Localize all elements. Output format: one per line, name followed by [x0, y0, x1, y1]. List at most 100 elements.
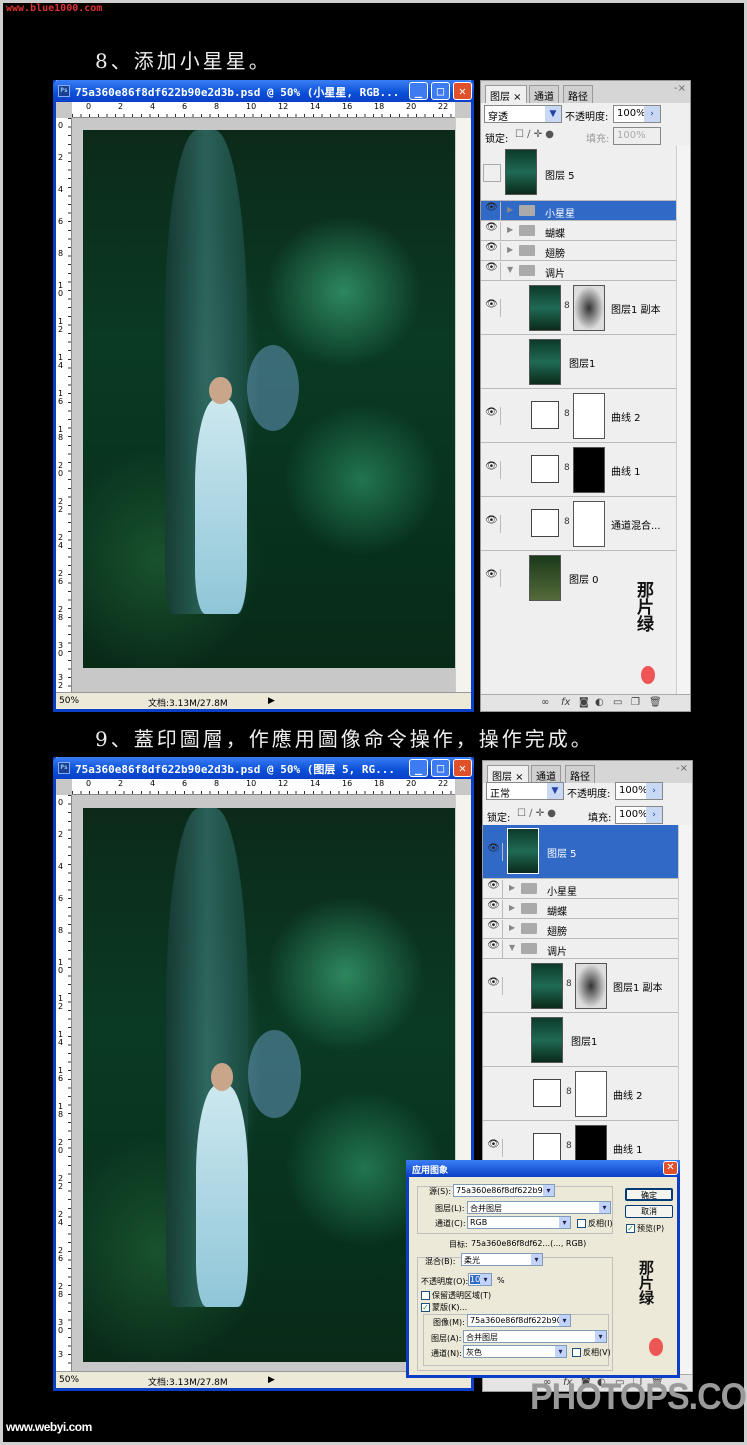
tab-paths[interactable]: 路径 [565, 765, 595, 783]
layer-row[interactable]: 👁 8 图层1 副本 [481, 281, 676, 335]
eye-icon[interactable]: 👁 [485, 1139, 503, 1157]
minimize-button[interactable]: _ [409, 759, 428, 777]
layer-select[interactable]: 合并图层 [467, 1201, 611, 1214]
tab-layers[interactable]: 图层 × [487, 765, 529, 783]
layer-row[interactable]: 👁 ▶ 小星星 [483, 879, 678, 899]
preserve-transparency-checkbox[interactable]: 保留透明区域(T) [421, 1290, 491, 1301]
eye-icon[interactable]: 👁 [485, 977, 503, 995]
eye-icon[interactable]: 👁 [483, 569, 501, 587]
layer-row[interactable]: 👁 ▶ 蝴蝶 [481, 221, 676, 241]
vertical-scrollbar[interactable] [455, 118, 471, 692]
eye-icon[interactable]: 👁 [483, 299, 501, 317]
blend-mode-select[interactable]: 穿透 ▼ [484, 105, 562, 123]
dialog-titlebar[interactable]: 应用图象 ✕ [406, 1160, 680, 1177]
cancel-button[interactable]: 取消 [625, 1205, 673, 1218]
trash-icon[interactable]: 🗑 [649, 697, 662, 708]
eye-icon[interactable]: 👁 [483, 461, 501, 479]
mask-layer-select[interactable]: 合并图层 [463, 1330, 607, 1343]
eye-icon[interactable]: 👁 [485, 940, 503, 958]
expand-triangle-icon[interactable]: ▶ [507, 205, 513, 214]
source-select[interactable]: 75a360e86f8df622b90e... [453, 1184, 555, 1197]
visibility-toggle[interactable] [483, 164, 501, 182]
tab-paths[interactable]: 路径 [563, 85, 593, 103]
collapse-triangle-icon[interactable]: ▼ [507, 265, 513, 274]
layer-row[interactable]: 8 曲线 2 [483, 1067, 678, 1121]
layer-row[interactable]: 👁 ▶ 蝴蝶 [483, 899, 678, 919]
blend-mode-select[interactable]: 正常 ▼ [486, 782, 564, 800]
eye-icon[interactable]: 👁 [483, 202, 501, 220]
layer-row[interactable]: 图层1 [483, 1013, 678, 1067]
preview-checkbox[interactable]: ✓ 预览(P) [626, 1223, 664, 1234]
image-select[interactable]: 75a360e86f8df622b90e... [467, 1314, 571, 1327]
channel-select[interactable]: RGB [467, 1216, 571, 1229]
maximize-button[interactable]: □ [431, 759, 450, 777]
layer-row[interactable]: 👁 ▶ 翅膀 [481, 241, 676, 261]
minimize-button[interactable]: _ [409, 82, 428, 100]
expand-triangle-icon[interactable]: ▶ [509, 923, 515, 932]
dialog-close-button[interactable]: ✕ [663, 1161, 678, 1175]
layer-row[interactable]: 👁 8 图层1 副本 [483, 959, 678, 1013]
window-titlebar[interactable]: Ps 75a360e86f8df622b90e2d3b.psd @ 50% (小星… [53, 80, 474, 102]
layers-scrollbar[interactable] [678, 825, 692, 1375]
eye-icon[interactable]: 👁 [485, 920, 503, 938]
add-mask-icon[interactable]: ◙ [579, 697, 589, 708]
layer-row-selected[interactable]: 👁 图层 5 [483, 825, 678, 879]
layer-row[interactable]: 👁 ▶ 翅膀 [483, 919, 678, 939]
new-group-icon[interactable]: ▭ [613, 697, 622, 708]
status-menu-arrow-icon[interactable]: ▶ [268, 696, 275, 706]
link-layers-icon[interactable]: ∞ [541, 697, 549, 708]
layer-row[interactable]: 👁 ▼ 调片 [483, 939, 678, 959]
tab-layers[interactable]: 图层 × [485, 85, 527, 103]
panel-menu-icon[interactable]: -× [674, 83, 686, 94]
layer-row[interactable]: 👁 8 通道混合... [481, 497, 676, 551]
opacity-input[interactable]: 100% › [613, 105, 661, 123]
eye-icon[interactable]: 👁 [483, 262, 501, 280]
eye-icon[interactable]: 👁 [483, 515, 501, 533]
tab-channels[interactable]: 通道 [531, 765, 561, 783]
ok-button[interactable]: 确定 [625, 1188, 673, 1201]
maximize-button[interactable]: □ [431, 82, 450, 100]
opacity-input[interactable]: 100 [468, 1273, 492, 1286]
collapse-triangle-icon[interactable]: ▼ [509, 943, 515, 952]
close-button[interactable]: ✕ [453, 759, 472, 777]
mask-channel-select[interactable]: 灰色 [463, 1345, 567, 1358]
fx-icon[interactable]: fx [561, 697, 570, 708]
lock-icons[interactable]: ☐ ∕ ✛ ● [517, 808, 556, 819]
canvas-image[interactable] [83, 808, 458, 1362]
eye-icon[interactable]: 👁 [485, 843, 503, 861]
invert-checkbox[interactable]: 反相(I) [577, 1218, 613, 1229]
adjustment-layer-icon[interactable]: ◐ [595, 697, 604, 708]
eye-icon[interactable]: 👁 [485, 880, 503, 898]
tab-channels[interactable]: 通道 [529, 85, 559, 103]
expand-triangle-icon[interactable]: ▶ [509, 903, 515, 912]
fill-input[interactable]: 100% [613, 127, 661, 145]
zoom-level[interactable]: 50% [59, 696, 79, 706]
layer-row[interactable]: 图层1 [481, 335, 676, 389]
panel-menu-icon[interactable]: -× [676, 763, 688, 774]
canvas-image[interactable] [83, 130, 455, 668]
close-button[interactable]: ✕ [453, 82, 472, 100]
layer-row[interactable]: 图层 5 [481, 146, 676, 201]
opacity-input[interactable]: 100% › [615, 782, 663, 800]
expand-triangle-icon[interactable]: ▶ [509, 883, 515, 892]
eye-icon[interactable]: 👁 [485, 900, 503, 918]
zoom-level[interactable]: 50% [59, 1375, 79, 1385]
layers-scrollbar[interactable] [676, 146, 690, 694]
fill-input[interactable]: 100% › [615, 806, 663, 824]
expand-triangle-icon[interactable]: ▶ [507, 245, 513, 254]
eye-icon[interactable]: 👁 [483, 242, 501, 260]
mask-checkbox[interactable]: ✓ 蒙版(K)... [421, 1302, 467, 1313]
lock-icons[interactable]: ☐ ∕ ✛ ● [515, 129, 554, 140]
window-titlebar[interactable]: Ps 75a360e86f8df622b90e2d3b.psd @ 50% (图层… [53, 757, 474, 779]
expand-triangle-icon[interactable]: ▶ [507, 225, 513, 234]
new-layer-icon[interactable]: ❐ [631, 697, 640, 708]
layer-row[interactable]: 👁 8 曲线 2 [481, 389, 676, 443]
status-menu-arrow-icon[interactable]: ▶ [268, 1375, 275, 1385]
blend-select[interactable]: 柔光 [461, 1253, 543, 1266]
layer-row-selected[interactable]: 👁 ▶ 小星星 [481, 201, 676, 221]
mask-invert-checkbox[interactable]: 反相(V) [572, 1347, 611, 1358]
layer-row[interactable]: 👁 8 曲线 1 [481, 443, 676, 497]
layer-row[interactable]: 👁 ▼ 调片 [481, 261, 676, 281]
eye-icon[interactable]: 👁 [483, 407, 501, 425]
eye-icon[interactable]: 👁 [483, 222, 501, 240]
